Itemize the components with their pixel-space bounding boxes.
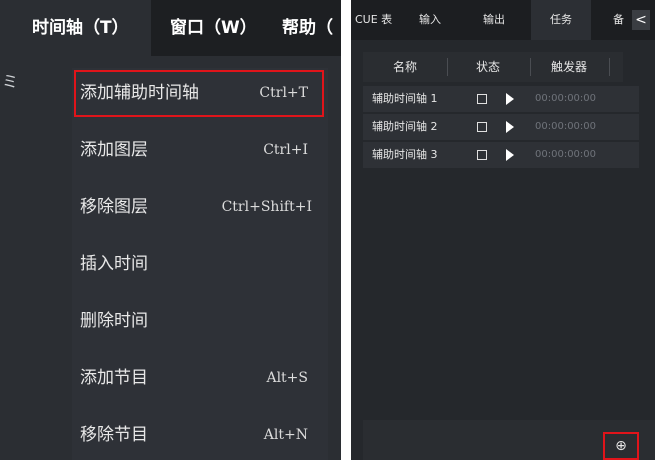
tab-task[interactable]: 任务	[531, 0, 591, 40]
timeline-name: 辅助时间轴 3	[372, 148, 438, 161]
table-header: 名称 状态 触发器	[363, 52, 623, 82]
status-checkbox[interactable]	[477, 122, 487, 132]
menu-item-add-layer[interactable]: 添加图层 Ctrl+I	[72, 125, 328, 175]
menu-item-shortcut: Alt+N	[263, 427, 308, 443]
play-icon[interactable]	[506, 93, 514, 105]
trigger-time: 00:00:00:00	[535, 121, 597, 132]
column-header-trigger[interactable]: 触发器	[551, 52, 587, 82]
status-checkbox[interactable]	[477, 150, 487, 160]
column-divider[interactable]	[447, 58, 448, 76]
menu-item-label: 添加节目	[80, 368, 148, 388]
menu-item-shortcut: Ctrl+I	[263, 142, 308, 158]
menu-item-label: 添加图层	[80, 140, 148, 160]
menu-item-label: 移除图层	[80, 197, 148, 217]
column-header-name[interactable]: 名称	[393, 52, 417, 82]
menu-bar: 时间轴（T） 窗口（W） 帮助（	[0, 0, 341, 56]
menu-item-label: 插入时间	[80, 254, 148, 274]
menu-item-shortcut: Alt+S	[266, 370, 308, 386]
table-row[interactable]: 辅助时间轴 2 00:00:00:00	[363, 114, 639, 140]
timeline-name: 辅助时间轴 1	[372, 92, 438, 105]
menu-item-remove-layer[interactable]: 移除图层 Ctrl+Shift+I	[72, 182, 328, 232]
menu-item-label: 移除节目	[80, 425, 148, 445]
timeline-menu-panel: 时间轴（T） 窗口（W） 帮助（ ミ 添加辅助时间轴 Ctrl+T 添加图层 C…	[0, 0, 341, 460]
menu-item-delete-time[interactable]: 删除时间	[72, 296, 328, 346]
collapse-chevron-icon[interactable]: <	[632, 10, 650, 30]
menu-item-label: 删除时间	[80, 311, 148, 331]
add-timeline-button[interactable]: ⊕	[603, 432, 639, 460]
table-row[interactable]: 辅助时间轴 3 00:00:00:00	[363, 142, 639, 168]
table-row[interactable]: 辅助时间轴 1 00:00:00:00	[363, 86, 639, 112]
tab-output[interactable]: 输出	[483, 0, 505, 40]
menu-timeline[interactable]: 时间轴（T）	[0, 0, 151, 56]
trigger-time: 00:00:00:00	[535, 149, 597, 160]
menu-item-remove-program[interactable]: 移除节目 Alt+N	[72, 410, 328, 460]
menu-help[interactable]: 帮助（	[282, 0, 333, 56]
menu-item-shortcut: Ctrl+Shift+I	[221, 199, 312, 215]
menu-item-add-program[interactable]: 添加节目 Alt+S	[72, 353, 328, 403]
timeline-dropdown-menu: 添加辅助时间轴 Ctrl+T 添加图层 Ctrl+I 移除图层 Ctrl+Shi…	[72, 68, 328, 460]
edge-glyph: ミ	[2, 72, 19, 91]
play-icon[interactable]	[506, 121, 514, 133]
column-divider[interactable]	[609, 58, 610, 76]
tab-backup[interactable]: 备	[613, 0, 624, 40]
trigger-time: 00:00:00:00	[535, 93, 597, 104]
task-panel: CUE 表 输入 输出 任务 备 < 名称 状态 触发器 辅助时间轴 1 00:…	[351, 0, 655, 460]
tab-bar: CUE 表 输入 输出 任务 备 <	[351, 0, 655, 40]
highlight-box	[74, 70, 324, 117]
timeline-name: 辅助时间轴 2	[372, 120, 438, 133]
tab-cue-list[interactable]: CUE 表	[355, 0, 392, 40]
column-header-status[interactable]: 状态	[476, 52, 500, 82]
tab-input[interactable]: 输入	[419, 0, 441, 40]
status-checkbox[interactable]	[477, 94, 487, 104]
menu-item-insert-time[interactable]: 插入时间	[72, 239, 328, 289]
play-icon[interactable]	[506, 149, 514, 161]
column-divider[interactable]	[530, 58, 531, 76]
menu-window[interactable]: 窗口（W）	[170, 0, 257, 56]
